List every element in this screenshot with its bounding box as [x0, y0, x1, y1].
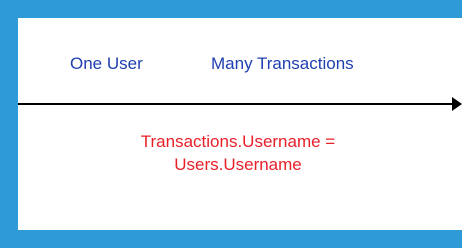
many-transactions-label: Many Transactions — [211, 54, 354, 73]
diagram-panel: One User Many Transactions Transactions.… — [18, 18, 462, 230]
relationship-line — [18, 103, 458, 105]
one-user-label: One User — [70, 54, 143, 73]
arrow-head-icon — [452, 97, 462, 111]
join-condition: Transactions.Username = Users.Username — [88, 130, 388, 176]
join-condition-line-2: Users.Username — [174, 155, 302, 174]
join-condition-line-1: Transactions.Username = — [140, 132, 336, 151]
